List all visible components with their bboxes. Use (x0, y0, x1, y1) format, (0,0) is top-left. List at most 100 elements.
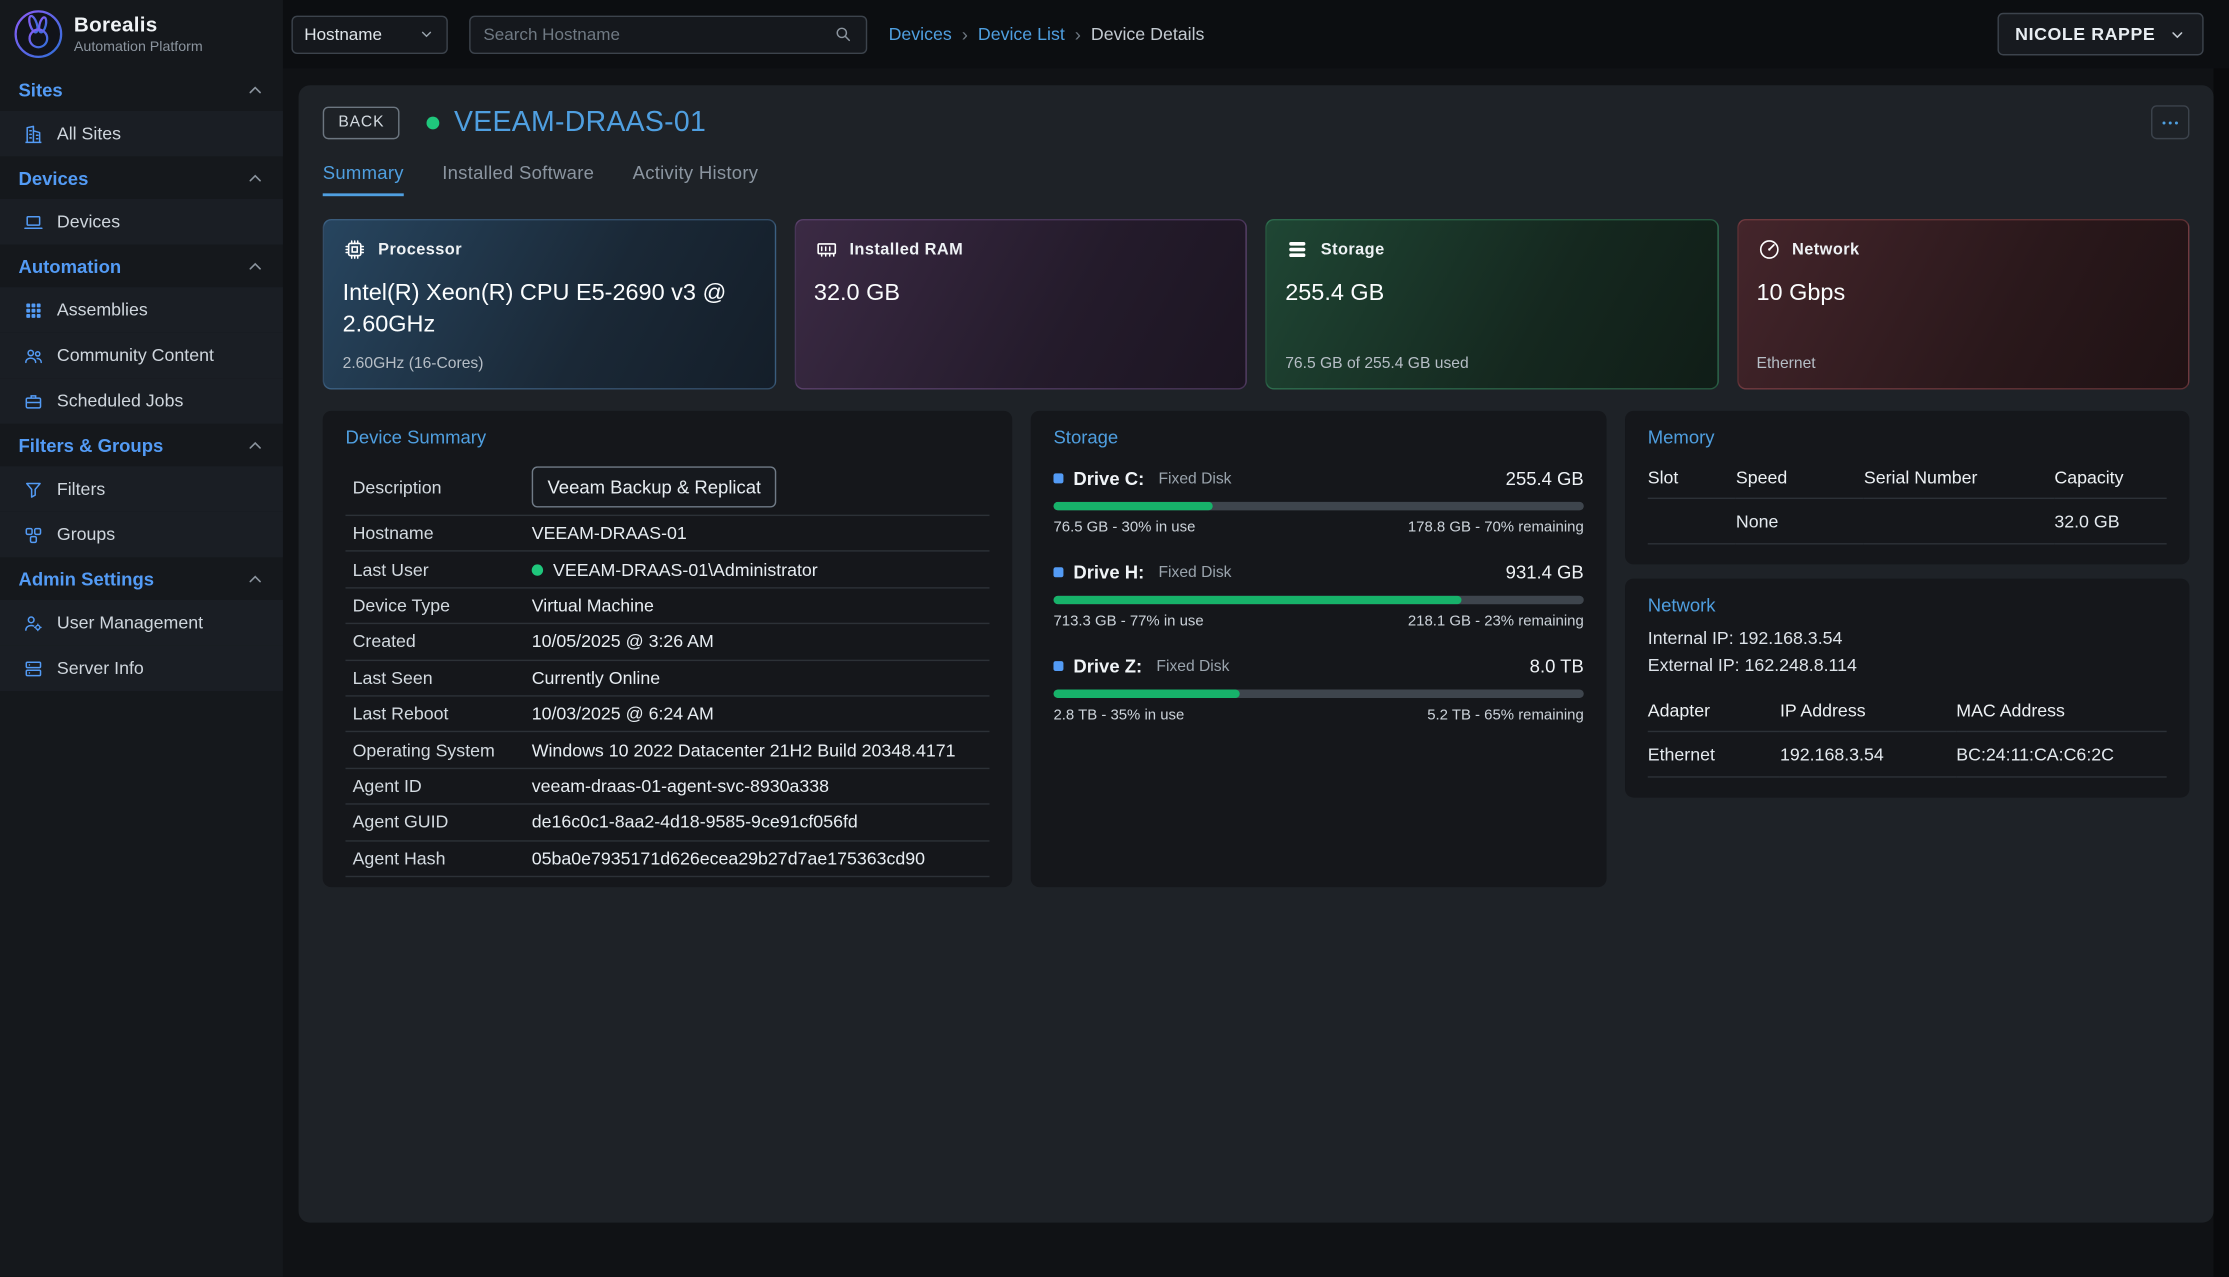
sidebar-item-scheduled-jobs[interactable]: Scheduled Jobs (0, 378, 283, 423)
disks-icon (1285, 237, 1309, 261)
summary-row-description: Description (345, 459, 989, 516)
row-value: 10/03/2025 @ 6:24 AM (532, 704, 714, 724)
dropdown-value: Hostname (304, 24, 382, 44)
sidebar-item-assemblies[interactable]: Assemblies (0, 287, 283, 332)
panel-title: Device Summary (345, 427, 989, 448)
row-value: VEEAM-DRAAS-01 (532, 523, 687, 543)
column-header: Capacity (2054, 456, 2166, 499)
drive-name: Drive Z: (1073, 655, 1142, 676)
stat-card-footer: Ethernet (1757, 355, 1816, 372)
search-icon (833, 24, 853, 44)
sidebar: Borealis Automation Platform Sites All S… (0, 0, 283, 1277)
ram-icon (814, 237, 838, 261)
column-header: MAC Address (1956, 689, 2166, 732)
more-options-button[interactable] (2151, 105, 2189, 139)
sidebar-nav: Sites All Sites Devices Devices Automati… (0, 68, 283, 691)
drive-size: 255.4 GB (1506, 468, 1584, 489)
device-summary-table: Description Hostname VEEAM-DRAAS-01 Last… (345, 459, 989, 877)
ellipsis-icon (2160, 112, 2181, 133)
briefcase-icon (23, 390, 44, 411)
row-label: Last Seen (353, 668, 532, 688)
drive-used: 2.8 TB - 35% in use (1053, 707, 1184, 724)
sidebar-item-user-management[interactable]: User Management (0, 600, 283, 645)
search-box (469, 15, 867, 53)
device-details-panel: BACK VEEAM-DRAAS-01 Summary Installed So… (299, 85, 2214, 1222)
stat-card-value: 32.0 GB (814, 277, 1219, 309)
drive-size: 8.0 TB (1530, 655, 1584, 676)
breadcrumb-separator-icon (1075, 23, 1081, 44)
stat-card-value: 10 Gbps (1757, 277, 2162, 309)
sidebar-section-label: Admin Settings (18, 568, 154, 589)
breadcrumb-devices[interactable]: Devices (889, 24, 952, 44)
sidebar-item-filters[interactable]: Filters (0, 466, 283, 511)
drive-bullet-icon (1053, 473, 1063, 483)
summary-row-last-seen: Last Seen Currently Online (345, 660, 989, 696)
detail-tabs: Summary Installed Software Activity Hist… (323, 162, 2190, 196)
memory-panel: Memory Slot Speed Serial Number Capacity… (1625, 411, 2189, 565)
stat-card-title: Installed RAM (849, 241, 963, 258)
sidebar-item-server-info[interactable]: Server Info (0, 645, 283, 690)
sidebar-section-sites[interactable]: Sites (0, 68, 283, 111)
tab-summary[interactable]: Summary (323, 162, 404, 196)
drive-usage-fill (1053, 502, 1212, 511)
back-button[interactable]: BACK (323, 106, 400, 139)
topbar: Hostname Devices Device List Device Deta… (283, 0, 2229, 68)
drive-used: 76.5 GB - 30% in use (1053, 519, 1195, 536)
drive-bullet-icon (1053, 661, 1063, 671)
chevron-down-icon (2168, 25, 2186, 43)
row-label: Last Reboot (353, 704, 532, 724)
drive-used: 713.3 GB - 77% in use (1053, 613, 1203, 630)
sidebar-item-devices[interactable]: Devices (0, 199, 283, 244)
drive-name: Drive C: (1073, 468, 1144, 489)
brand-name: Borealis (74, 14, 203, 37)
tab-installed-software[interactable]: Installed Software (442, 162, 594, 196)
row-label: Device Type (353, 596, 532, 616)
sidebar-item-groups[interactable]: Groups (0, 512, 283, 557)
column-header: Slot (1648, 456, 1736, 499)
stat-card-value: Intel(R) Xeon(R) CPU E5-2690 v3 @ 2.60GH… (343, 277, 748, 340)
row-value: Currently Online (532, 668, 660, 688)
drive-usage-fill (1053, 690, 1239, 699)
sidebar-section-automation[interactable]: Automation (0, 245, 283, 288)
network-panel: Network Internal IP: 192.168.3.54 Extern… (1625, 579, 2189, 798)
description-input[interactable] (532, 466, 777, 507)
row-value: veeam-draas-01-agent-svc-8930a338 (532, 776, 829, 796)
user-menu-button[interactable]: NICOLE RAPPE (1998, 13, 2204, 56)
sidebar-section-filters-groups[interactable]: Filters & Groups (0, 424, 283, 467)
drive-size: 931.4 GB (1506, 562, 1584, 583)
stat-card-footer: 2.60GHz (16-Cores) (343, 355, 484, 372)
storage-panel: Storage Drive C: Fixed Disk 255.4 GB 76.… (1031, 411, 1607, 887)
sidebar-item-label: Devices (57, 212, 120, 232)
stat-card-installed-ram: Installed RAM 32.0 GB (794, 219, 1247, 390)
stat-cards-row: Processor Intel(R) Xeon(R) CPU E5-2690 v… (323, 219, 2190, 390)
row-value: Virtual Machine (532, 596, 654, 616)
stat-card-processor: Processor Intel(R) Xeon(R) CPU E5-2690 v… (323, 219, 776, 390)
table-cell: Ethernet (1648, 732, 1780, 777)
sidebar-item-label: Community Content (57, 345, 214, 365)
sidebar-section-label: Sites (18, 79, 62, 100)
row-label: Last User (353, 560, 532, 580)
chevron-up-icon (245, 568, 266, 589)
online-status-dot (427, 116, 440, 129)
row-label: Operating System (353, 740, 532, 760)
tab-activity-history[interactable]: Activity History (633, 162, 759, 196)
borealis-logo-icon (14, 10, 62, 58)
breadcrumb-device-list[interactable]: Device List (978, 24, 1065, 44)
sidebar-item-label: User Management (57, 613, 203, 633)
sidebar-item-community-content[interactable]: Community Content (0, 333, 283, 378)
summary-row-last-user: Last User VEEAM-DRAAS-01\Administrator (345, 552, 989, 588)
sidebar-item-all-sites[interactable]: All Sites (0, 111, 283, 156)
drive-type: Fixed Disk (1158, 564, 1231, 581)
external-ip: External IP: 162.248.8.114 (1648, 653, 2167, 681)
scrollbar-track[interactable] (2214, 68, 2229, 1276)
last-user-value: VEEAM-DRAAS-01\Administrator (553, 560, 818, 580)
sidebar-section-devices[interactable]: Devices (0, 156, 283, 199)
row-label: Hostname (353, 523, 532, 543)
search-input[interactable] (483, 24, 833, 44)
user-name: NICOLE RAPPE (2015, 24, 2155, 44)
sidebar-section-admin-settings[interactable]: Admin Settings (0, 557, 283, 600)
sidebar-item-label: Filters (57, 479, 105, 499)
sidebar-item-label: Server Info (57, 658, 144, 678)
search-field-dropdown[interactable]: Hostname (291, 15, 447, 53)
drive-usage-bar (1053, 596, 1583, 605)
